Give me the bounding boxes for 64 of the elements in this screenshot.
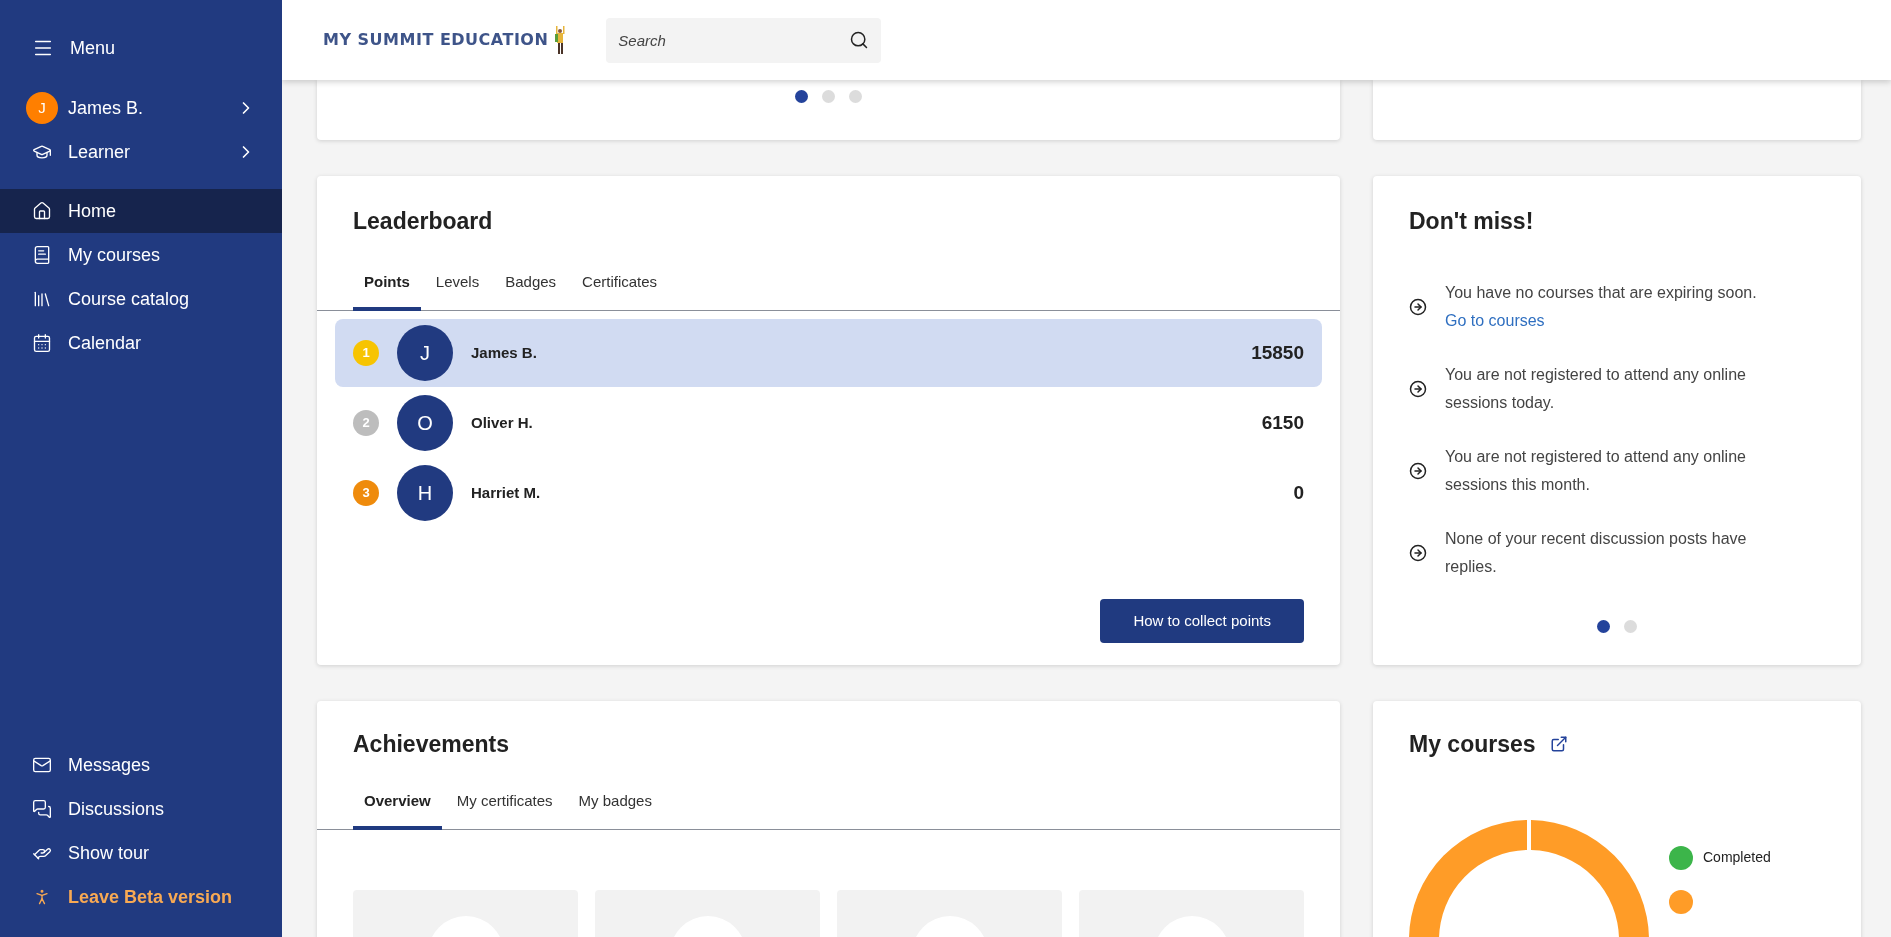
user-menu[interactable]: J James B. bbox=[0, 86, 282, 130]
tab[interactable]: Certificates bbox=[571, 260, 669, 311]
tab[interactable]: My certificates bbox=[445, 779, 564, 830]
book-icon bbox=[32, 245, 52, 265]
collect-points-button[interactable]: How to collect points bbox=[1100, 599, 1304, 643]
calendar-icon bbox=[32, 333, 52, 353]
notice-text: You have no courses that are expiring soon. Go to courses bbox=[1445, 282, 1758, 331]
courses-link[interactable]: Go to courses bbox=[1445, 311, 1545, 329]
logo-text: MY SUMMIT EDUCATION bbox=[323, 29, 549, 51]
external-link-icon[interactable] bbox=[1549, 735, 1568, 754]
points-value: 0 bbox=[1293, 480, 1304, 505]
leaderboard-row[interactable]: 1 J James B. 15850 bbox=[335, 319, 1322, 387]
points-value: 15850 bbox=[1251, 340, 1304, 365]
search-field[interactable]: Search bbox=[606, 17, 882, 63]
tab[interactable]: My badges bbox=[567, 779, 663, 830]
card-title: My courses bbox=[1409, 730, 1536, 759]
nav-item[interactable]: Calendar bbox=[0, 321, 282, 365]
rank-badge: 3 bbox=[353, 480, 379, 506]
nav-item[interactable]: Home bbox=[0, 189, 282, 233]
leaderboard-row[interactable]: 2 O Oliver H. 6150 bbox=[335, 389, 1322, 457]
books-icon bbox=[32, 289, 52, 309]
menu-button[interactable]: Menu bbox=[0, 26, 282, 70]
user-avatar: H bbox=[397, 465, 453, 521]
notice-text: You are not registered to attend any online sessions this month. bbox=[1445, 446, 1747, 495]
search-icon[interactable] bbox=[849, 29, 870, 50]
tab[interactable]: Badges bbox=[494, 260, 568, 311]
points-value: 6150 bbox=[1261, 410, 1304, 435]
nav-item[interactable]: Show tour bbox=[0, 831, 282, 875]
tab[interactable]: Levels bbox=[424, 260, 491, 311]
arrow-circle-icon bbox=[1409, 461, 1427, 480]
role-menu[interactable]: Learner bbox=[0, 130, 282, 174]
user-name: James B. bbox=[471, 342, 538, 363]
user-avatar: J bbox=[397, 325, 453, 381]
rank-badge: 2 bbox=[353, 410, 379, 436]
card-title: Achievements bbox=[352, 730, 510, 759]
hiker-icon bbox=[554, 25, 567, 55]
user-avatar: J bbox=[26, 92, 58, 124]
legend-label: Completed bbox=[1703, 848, 1771, 867]
nav-item[interactable]: Messages bbox=[0, 743, 282, 787]
nav-item[interactable]: Course catalog bbox=[0, 277, 282, 321]
home-icon bbox=[32, 201, 52, 221]
arrow-circle-icon bbox=[1409, 297, 1427, 316]
tab[interactable]: Points bbox=[353, 260, 421, 311]
carousel-dot-active[interactable] bbox=[795, 90, 808, 103]
notice-text: None of your recent discussion posts have replies. bbox=[1445, 528, 1748, 577]
user-name: James B. bbox=[68, 96, 145, 120]
user-name: Oliver H. bbox=[471, 412, 534, 433]
chat-bubbles-icon bbox=[32, 799, 52, 819]
user-name: Harriet M. bbox=[471, 482, 542, 503]
rank-badge: 1 bbox=[353, 340, 379, 366]
leaderboard-row[interactable]: 3 H Harriet M. 0 bbox=[335, 459, 1322, 527]
card-title: Don't miss! bbox=[1409, 207, 1535, 236]
arrow-circle-icon bbox=[1409, 379, 1427, 398]
role-name: Learner bbox=[68, 140, 132, 164]
user-avatar: O bbox=[397, 395, 453, 451]
card-title: Leaderboard bbox=[352, 207, 494, 236]
nav-item[interactable]: My courses bbox=[0, 233, 282, 277]
envelope-icon bbox=[32, 755, 52, 775]
leave-beta-link[interactable]: Leave Beta version bbox=[0, 875, 282, 919]
notice-text: You are not registered to attend any online sessions today. bbox=[1445, 364, 1747, 413]
arrow-circle-icon bbox=[1409, 543, 1427, 562]
carousel-dot-active[interactable] bbox=[1597, 620, 1610, 633]
tab[interactable]: Overview bbox=[353, 779, 442, 830]
nav-item[interactable]: Discussions bbox=[0, 787, 282, 831]
